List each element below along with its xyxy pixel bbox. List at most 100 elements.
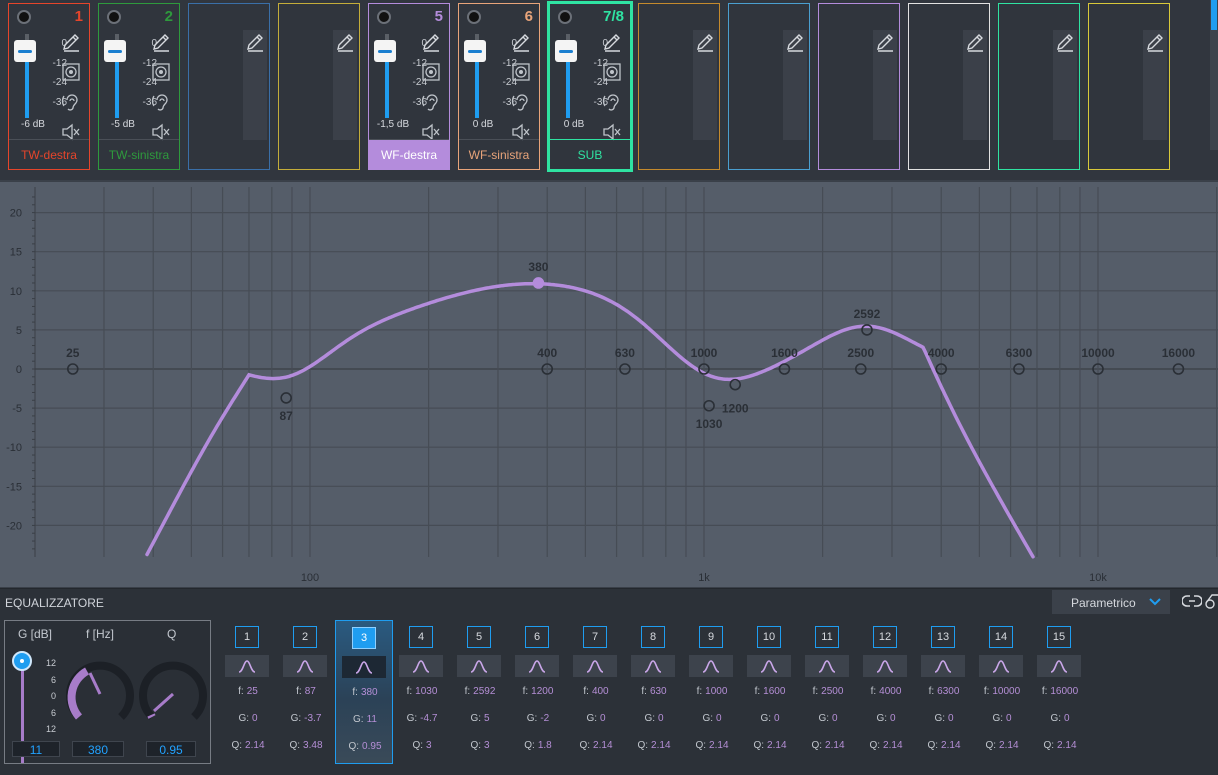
- eq-band-11[interactable]: 11 f: 2500 G: 0 Q: 2.14: [799, 620, 857, 764]
- speaker-icon[interactable]: [151, 62, 171, 82]
- band-q-value[interactable]: 2.14: [709, 740, 728, 751]
- edit-icon[interactable]: [245, 32, 265, 52]
- band-number-button[interactable]: 8: [641, 626, 665, 648]
- band-g-value[interactable]: 0: [890, 713, 896, 724]
- band-filter-type-button[interactable]: [747, 655, 791, 677]
- band-f-value[interactable]: 4000: [879, 686, 901, 697]
- band-f-value[interactable]: 1000: [705, 686, 727, 697]
- band-filter-type-button[interactable]: [1037, 655, 1081, 677]
- volume-fader-handle[interactable]: [374, 40, 396, 62]
- eq-band-15[interactable]: 15 f: 16000 G: 0 Q: 2.14: [1031, 620, 1089, 764]
- eq-graph-svg[interactable]: 20 15 10 5 0 -5 -10 -15 -20 100 1k 10k 25 87 380 400 630…: [0, 182, 1218, 587]
- edit-icon[interactable]: [335, 32, 355, 52]
- channel-name[interactable]: WF-destra: [369, 139, 449, 169]
- band-filter-type-button[interactable]: [399, 655, 443, 677]
- frequency-value-field[interactable]: 380: [72, 741, 124, 757]
- band-g-value[interactable]: 0: [832, 713, 838, 724]
- eq-band-handle[interactable]: [729, 378, 741, 391]
- eq-band-8[interactable]: 8 f: 630 G: 0 Q: 2.14: [625, 620, 683, 764]
- channel-12[interactable]: [998, 3, 1080, 170]
- edit-icon[interactable]: [602, 32, 622, 52]
- eq-band-7[interactable]: 7 f: 400 G: 0 Q: 2.14: [567, 620, 625, 764]
- band-g-value[interactable]: 5: [484, 713, 490, 724]
- eq-band-9[interactable]: 9 f: 1000 G: 0 Q: 2.14: [683, 620, 741, 764]
- frequency-knob[interactable]: [65, 659, 135, 729]
- eq-band-13[interactable]: 13 f: 6300 G: 0 Q: 2.14: [915, 620, 973, 764]
- edit-icon[interactable]: [151, 32, 171, 52]
- band-number-button[interactable]: 2: [293, 626, 317, 648]
- channel-1[interactable]: 1 0 -12 -24 -36 -6 dB TW-destra: [8, 3, 90, 170]
- band-g-value[interactable]: 0: [658, 713, 664, 724]
- band-q-value[interactable]: 1.8: [538, 740, 552, 751]
- volume-fader-handle[interactable]: [14, 40, 36, 62]
- band-q-value[interactable]: 3.48: [303, 740, 322, 751]
- band-number-button[interactable]: 14: [989, 626, 1013, 648]
- band-number-button[interactable]: 12: [873, 626, 897, 648]
- eq-response-graph[interactable]: 20 15 10 5 0 -5 -10 -15 -20 100 1k 10k 25 87 380 400 630…: [0, 182, 1218, 587]
- channel-strip-scrollbar[interactable]: [1210, 0, 1218, 150]
- ear-icon[interactable]: [602, 92, 622, 112]
- band-f-value[interactable]: 1200: [531, 686, 553, 697]
- band-g-value[interactable]: -4.7: [420, 713, 437, 724]
- band-filter-type-button[interactable]: [805, 655, 849, 677]
- band-filter-type-button[interactable]: [225, 655, 269, 677]
- channel-11[interactable]: [908, 3, 990, 170]
- gain-slider-handle[interactable]: [12, 651, 32, 671]
- eq-band-12[interactable]: 12 f: 4000 G: 0 Q: 2.14: [857, 620, 915, 764]
- volume-fader-handle[interactable]: [464, 40, 486, 62]
- channel-3[interactable]: [188, 3, 270, 170]
- eq-band-4[interactable]: 4 f: 1030 G: -4.7 Q: 3: [393, 620, 451, 764]
- edit-icon[interactable]: [785, 32, 805, 52]
- band-q-value[interactable]: 2.14: [767, 740, 786, 751]
- band-q-value[interactable]: 2.14: [651, 740, 670, 751]
- band-number-button[interactable]: 1: [235, 626, 259, 648]
- eq-band-10[interactable]: 10 f: 1600 G: 0 Q: 2.14: [741, 620, 799, 764]
- band-q-value[interactable]: 2.14: [883, 740, 902, 751]
- band-number-button[interactable]: 10: [757, 626, 781, 648]
- band-g-value[interactable]: 11: [367, 714, 377, 725]
- band-f-value[interactable]: 2592: [473, 686, 495, 697]
- band-q-value[interactable]: 2.14: [1057, 740, 1076, 751]
- band-g-value[interactable]: 0: [252, 713, 258, 724]
- band-f-value[interactable]: 400: [592, 686, 609, 697]
- channel-name[interactable]: TW-destra: [9, 139, 89, 169]
- channel-7[interactable]: 7/8 0 -12 -24 -36 0 dB SUB: [547, 1, 633, 172]
- eq-band-1[interactable]: 1 f: 25 G: 0 Q: 2.14: [219, 620, 277, 764]
- band-number-button[interactable]: 9: [699, 626, 723, 648]
- eq-band-3[interactable]: 3 f: 380 G: 11 Q: 0.95: [335, 620, 393, 764]
- record-icon[interactable]: [467, 10, 481, 24]
- link-icon[interactable]: [1182, 593, 1202, 609]
- speaker-icon[interactable]: [602, 62, 622, 82]
- band-g-value[interactable]: -3.7: [304, 713, 321, 724]
- band-g-value[interactable]: 0: [1064, 713, 1070, 724]
- band-filter-type-button[interactable]: [863, 655, 907, 677]
- band-f-value[interactable]: 630: [650, 686, 667, 697]
- band-filter-type-button[interactable]: [515, 655, 559, 677]
- band-number-button[interactable]: 13: [931, 626, 955, 648]
- record-icon[interactable]: [17, 10, 31, 24]
- band-number-button[interactable]: 5: [467, 626, 491, 648]
- band-f-value[interactable]: 2500: [821, 686, 843, 697]
- volume-fader-handle[interactable]: [555, 40, 577, 62]
- eq-band-6[interactable]: 6 f: 1200 G: -2 Q: 1.8: [509, 620, 567, 764]
- band-q-value[interactable]: 2.14: [593, 740, 612, 751]
- ear-icon[interactable]: [421, 92, 441, 112]
- channel-8[interactable]: [638, 3, 720, 170]
- band-f-value[interactable]: 6300: [937, 686, 959, 697]
- speaker-icon[interactable]: [421, 62, 441, 82]
- band-g-value[interactable]: 0: [600, 713, 606, 724]
- channel-name[interactable]: TW-sinistra: [99, 139, 179, 169]
- band-filter-type-button[interactable]: [457, 655, 501, 677]
- band-number-button[interactable]: 7: [583, 626, 607, 648]
- channel-name[interactable]: WF-sinistra: [459, 139, 539, 169]
- band-q-value[interactable]: 2.14: [245, 740, 264, 751]
- band-f-value[interactable]: 1600: [763, 686, 785, 697]
- ear-icon[interactable]: [61, 92, 81, 112]
- band-g-value[interactable]: -2: [540, 713, 549, 724]
- band-filter-type-button[interactable]: [573, 655, 617, 677]
- band-f-value[interactable]: 25: [247, 686, 258, 697]
- band-number-button[interactable]: 3: [352, 627, 376, 649]
- channel-4[interactable]: [278, 3, 360, 170]
- band-q-value[interactable]: 2.14: [825, 740, 844, 751]
- edit-icon[interactable]: [61, 32, 81, 52]
